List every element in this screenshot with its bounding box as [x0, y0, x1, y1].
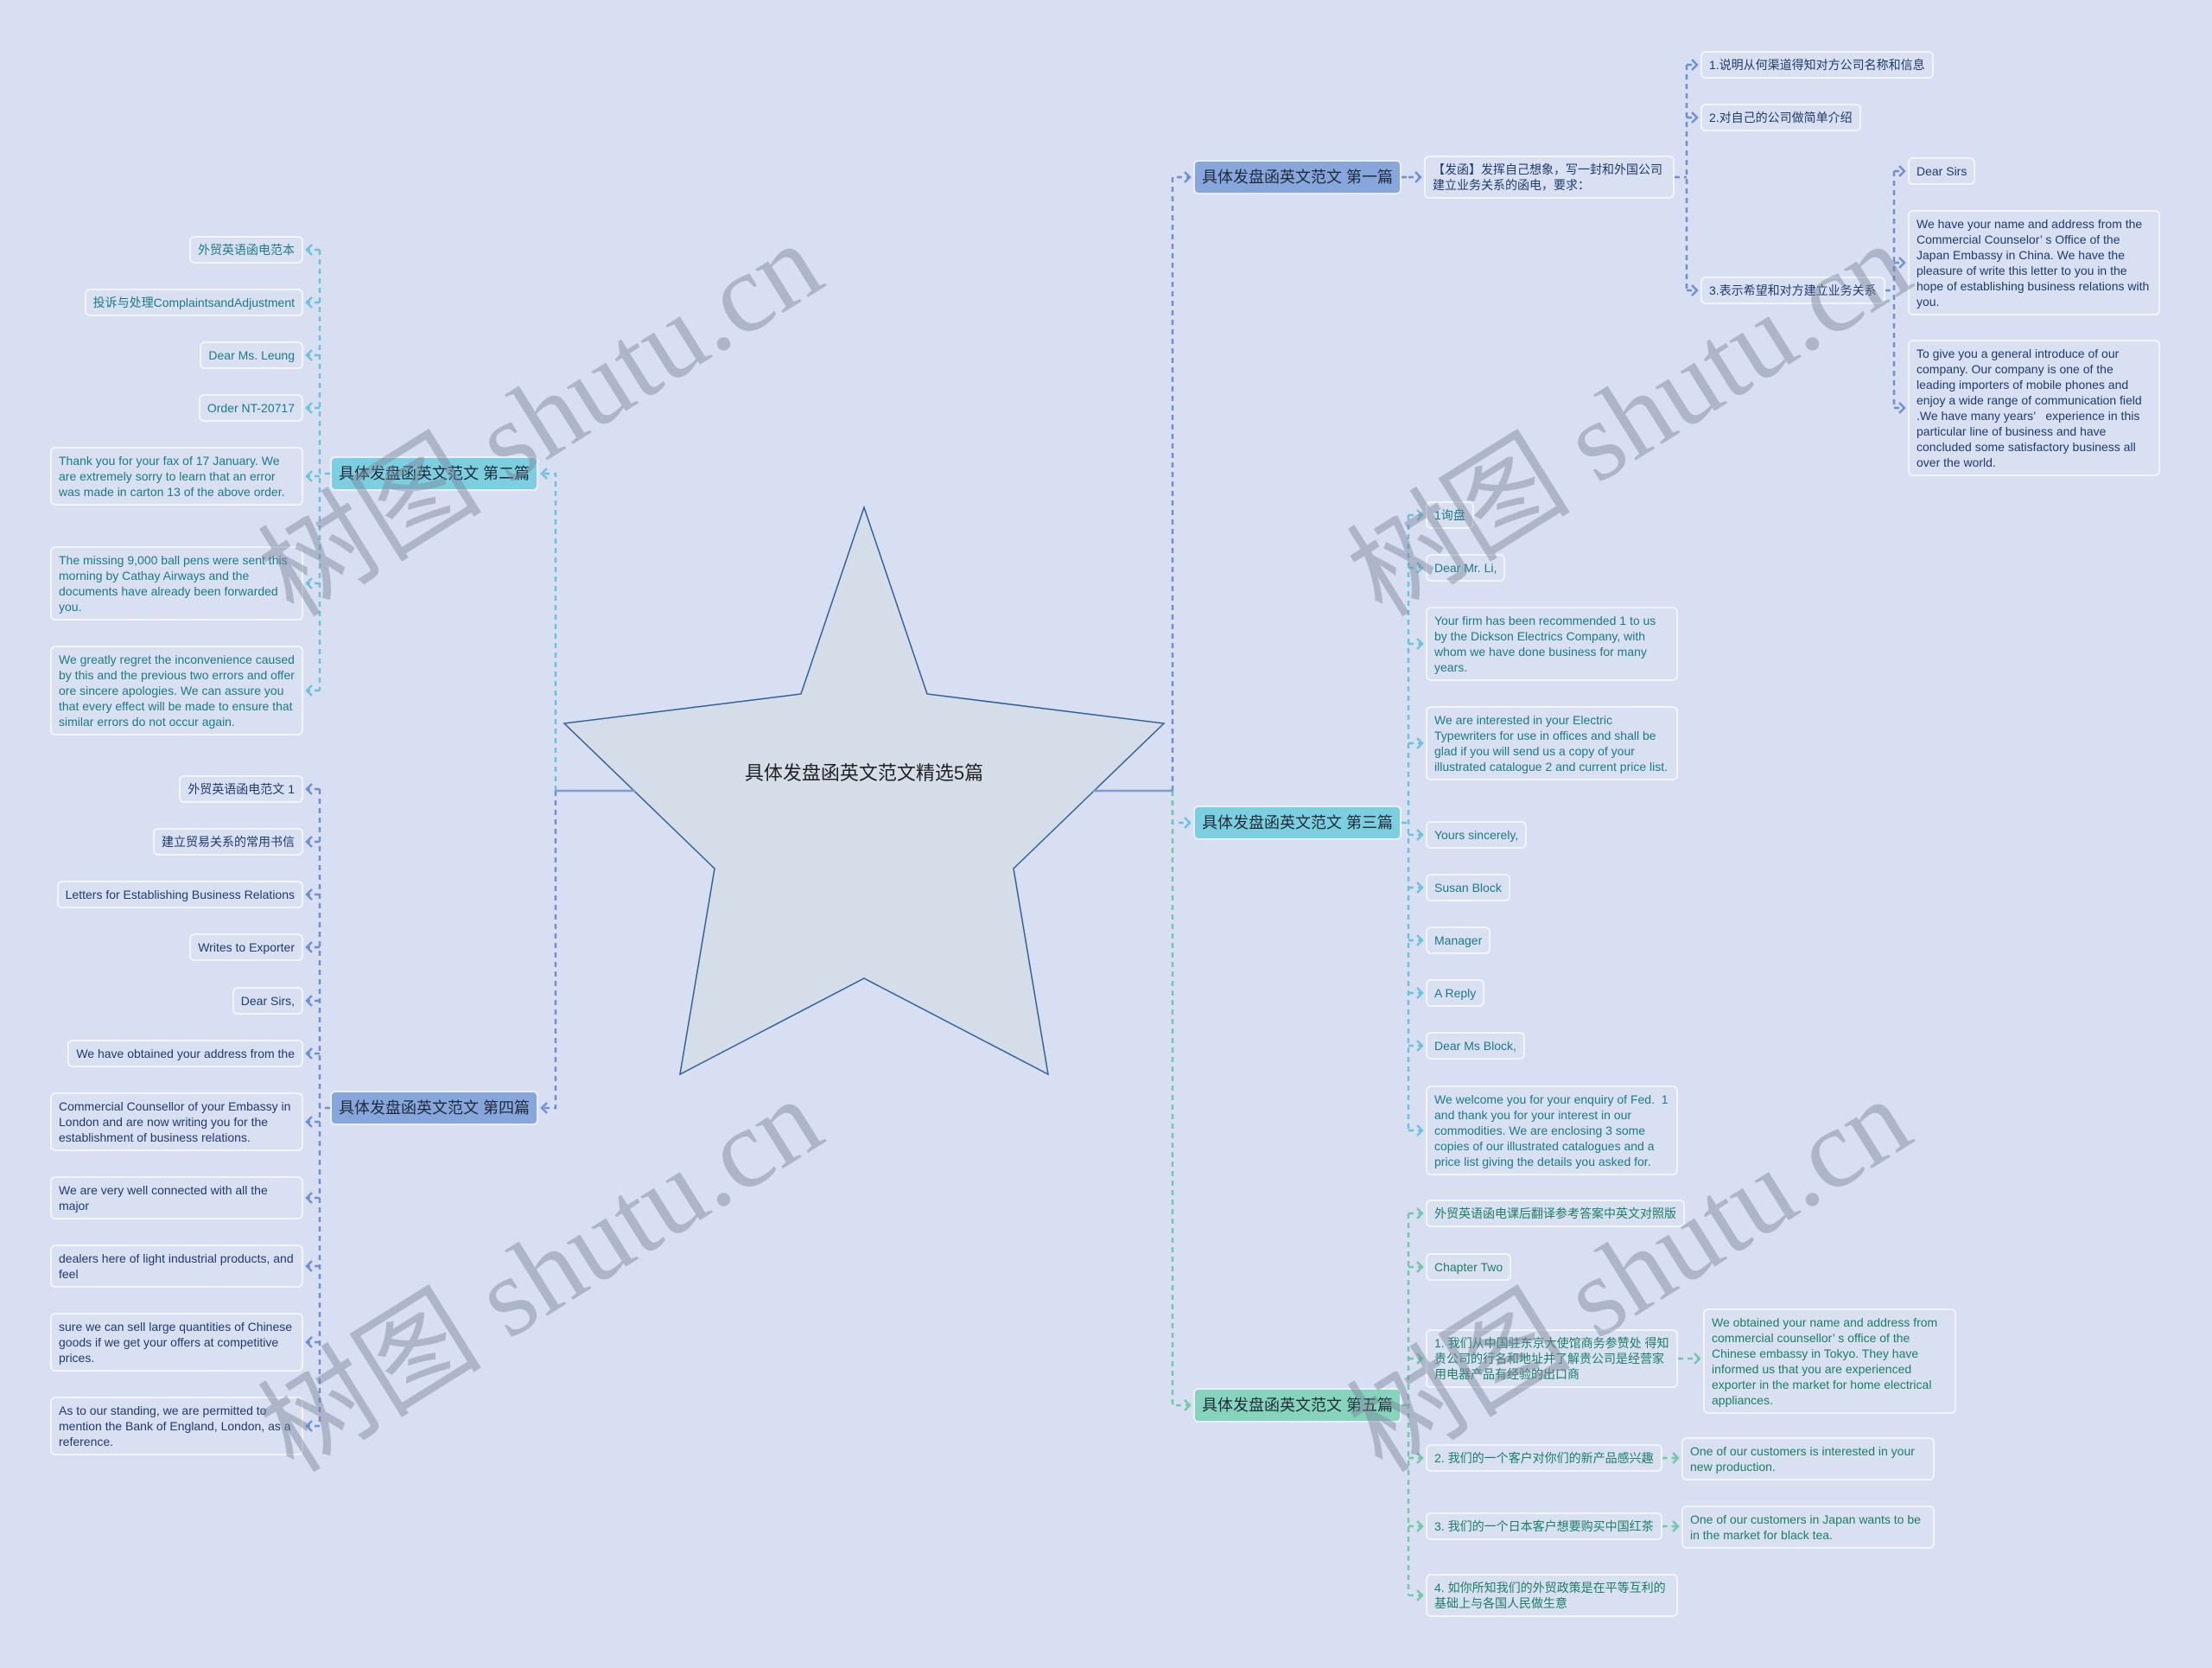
trunk-b5 — [1171, 791, 1190, 1407]
b5-item-3[interactable]: 1. 我们从中国驻东京大使馆商务参赞处 得知贵公司的行名和地址并了解贵公司是经营… — [1426, 1329, 1678, 1388]
b4-spine — [318, 789, 330, 1426]
b4-item-5[interactable]: Dear Sirs, — [232, 987, 303, 1015]
trunk-b2 — [542, 472, 557, 791]
b5-spine — [1402, 1213, 1410, 1595]
b1-intro-node[interactable]: 【发函】发挥自己想象，写一封和外国公司建立业务关系的函电，要求： — [1424, 156, 1675, 199]
trunk-b3 — [1171, 791, 1190, 824]
b2-item-1[interactable]: 外贸英语函电范本 — [189, 236, 303, 264]
b4-item-4[interactable]: Writes to Exporter — [189, 933, 303, 961]
b1-point-3[interactable]: 3.表示希望和对方建立业务关系 — [1700, 277, 1885, 304]
b1-point-2[interactable]: 2.对自己的公司做简单介绍 — [1700, 104, 1861, 131]
arrow-icon — [1898, 257, 1906, 269]
b4-item-11[interactable]: As to our standing, we are permitted to … — [50, 1397, 303, 1455]
b3-spine — [1402, 515, 1410, 1130]
b2-item-4[interactable]: Order NT-20717 — [198, 394, 303, 422]
arrow-icon — [1691, 59, 1699, 71]
b1-sub-spine — [1885, 171, 1896, 408]
arrow-icon — [1691, 284, 1699, 296]
b4-item-7[interactable]: Commercial Counsellor of your Embassy in… — [50, 1092, 303, 1151]
b2-item-6[interactable]: The missing 9,000 ball pens were sent th… — [50, 546, 303, 621]
arrow-icon — [1184, 817, 1192, 829]
b3-item-4[interactable]: We are interested in your Electric Typew… — [1426, 706, 1678, 780]
arrow-icon — [1898, 402, 1906, 414]
b1-sub-paragraph-1[interactable]: We have your name and address from the C… — [1908, 210, 2160, 315]
b3-item-1[interactable]: 1询盘 — [1426, 501, 1474, 529]
b1-points-spine — [1675, 65, 1688, 290]
b2-item-2[interactable]: 投诉与处理ComplaintsandAdjustment — [84, 289, 303, 316]
arrow-icon — [1691, 111, 1699, 124]
b5-item-4[interactable]: 2. 我们的一个客户对你们的新产品感兴趣 — [1426, 1444, 1662, 1472]
b1-sub-dear-sirs[interactable]: Dear Sirs — [1908, 157, 1976, 185]
b3-item-5[interactable]: Yours sincerely, — [1426, 821, 1528, 849]
b5-item-6[interactable]: 4. 如你所知我们的外贸政策是在平等互利的基础上与各国人民做生意 — [1426, 1574, 1678, 1617]
b4-item-1[interactable]: 外贸英语函电范文 1 — [179, 775, 303, 803]
b3-item-2[interactable]: Dear Mr. Li, — [1426, 554, 1506, 582]
b2-item-7[interactable]: We greatly regret the inconvenience caus… — [50, 646, 303, 735]
b3-item-10[interactable]: We welcome you for your enquiry of Fed. … — [1426, 1085, 1678, 1175]
b1-sub-paragraph-2[interactable]: To give you a general introduce of our c… — [1908, 340, 2160, 476]
branch-1-topic[interactable]: 具体发盘函英文范文 第一篇 — [1193, 160, 1402, 194]
branch-5-topic[interactable]: 具体发盘函英文范文 第五篇 — [1193, 1388, 1402, 1423]
b4-item-10[interactable]: sure we can sell large quantities of Chi… — [50, 1313, 303, 1372]
b2-spine — [318, 250, 330, 691]
b4-item-6[interactable]: We have obtained your address from the — [67, 1040, 303, 1067]
b2-item-5[interactable]: Thank you for your fax of 17 January. We… — [50, 447, 303, 506]
trunk-b1 — [1171, 175, 1190, 791]
b5-item-5[interactable]: 3. 我们的一个日本客户想要购买中国红茶 — [1426, 1512, 1662, 1540]
b4-item-3[interactable]: Letters for Establishing Business Relati… — [56, 881, 303, 908]
b5-item-1[interactable]: 外贸英语函电课后翻译参考答案中英文对照版 — [1426, 1200, 1685, 1227]
center-topic-title[interactable]: 具体发盘函英文范文精选5篇 — [734, 761, 994, 786]
b4-item-8[interactable]: We are very well connected with all the … — [50, 1176, 303, 1219]
b2-item-3[interactable]: Dear Ms. Leung — [200, 341, 303, 369]
b3-item-9[interactable]: Dear Ms Block, — [1426, 1032, 1525, 1060]
b5-translation-2[interactable]: One of our customers is interested in yo… — [1681, 1437, 1935, 1480]
b4-item-2[interactable]: 建立贸易关系的常用书信 — [153, 828, 303, 856]
b5-item-2[interactable]: Chapter Two — [1426, 1253, 1512, 1281]
b3-item-7[interactable]: Manager — [1426, 926, 1491, 954]
center-star-shape[interactable] — [563, 505, 1166, 1076]
b4-item-9[interactable]: dealers here of light industrial product… — [50, 1245, 303, 1288]
connector-layer — [305, 59, 1906, 1601]
arrow-icon — [1898, 165, 1906, 177]
b3-item-6[interactable]: Susan Block — [1426, 874, 1510, 901]
b5-translation-1[interactable]: We obtained your name and address from c… — [1703, 1308, 1956, 1414]
b3-item-3[interactable]: Your firm has been recommended 1 to us b… — [1426, 607, 1678, 681]
branch-2-topic[interactable]: 具体发盘函英文范文 第二篇 — [330, 456, 538, 491]
branch-4-topic[interactable]: 具体发盘函英文范文 第四篇 — [330, 1091, 538, 1125]
branch-3-topic[interactable]: 具体发盘函英文范文 第三篇 — [1193, 805, 1402, 840]
trunk-b4 — [542, 791, 557, 1110]
b3-item-8[interactable]: A Reply — [1426, 979, 1485, 1007]
b1-point-1[interactable]: 1.说明从何渠道得知对方公司名称和信息 — [1700, 51, 1934, 79]
b5-translation-3[interactable]: One of our customers in Japan wants to b… — [1681, 1506, 1935, 1549]
